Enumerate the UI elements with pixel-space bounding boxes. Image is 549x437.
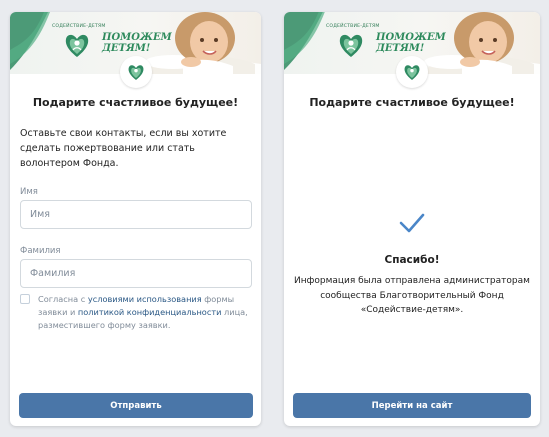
- checkmark-icon: [399, 213, 425, 233]
- heart-hands-icon: [404, 65, 420, 80]
- heart-hands-icon: [128, 65, 143, 80]
- heart-hands-icon: [65, 34, 89, 57]
- first-name-field[interactable]: [20, 200, 252, 229]
- child-photo: [424, 12, 534, 74]
- success-title: Подарите счастливое будущее!: [309, 96, 515, 109]
- heart-hands-icon: [339, 34, 363, 57]
- lead-form-card: СОДЕЙСТВИЕ-ДЕТЯМ ПОМОЖЕМ ДЕТЯМ! Подарите…: [10, 12, 261, 426]
- submit-button[interactable]: Отправить: [19, 393, 253, 418]
- terms-link[interactable]: условиями использования: [88, 294, 202, 304]
- consent-text: Согласна с условиями использования формы…: [38, 293, 252, 332]
- child-photo: [145, 12, 255, 74]
- consent-text-before: Согласна с: [38, 294, 88, 304]
- form-intro-text: Оставьте свои контакты, если вы хотите с…: [20, 128, 227, 169]
- privacy-policy-link[interactable]: политикой конфиденциальности: [78, 307, 222, 317]
- go-to-site-button[interactable]: Перейти на сайт: [293, 393, 531, 418]
- consent-row: Согласна с условиями использования формы…: [20, 293, 252, 332]
- success-card: СОДЕЙСТВИЕ-ДЕТЯМ ПОМОЖЕМ ДЕТЯМ! Подарите…: [284, 12, 540, 426]
- brand-logo: СОДЕЙСТВИЕ-ДЕТЯМ: [326, 24, 380, 64]
- first-name-label: Имя: [20, 187, 38, 197]
- brand-logo: СОДЕЙСТВИЕ-ДЕТЯМ: [52, 24, 106, 64]
- logo-caption: СОДЕЙСТВИЕ-ДЕТЯМ: [52, 24, 106, 29]
- form-title: Подарите счастливое будущее!: [32, 96, 239, 109]
- thanks-message: Информация была отправлена администратор…: [294, 276, 530, 315]
- last-name-label: Фамилия: [20, 246, 61, 256]
- logo-caption: СОДЕЙСТВИЕ-ДЕТЯМ: [326, 24, 380, 29]
- logo-badge: [396, 56, 428, 88]
- logo-badge: [119, 56, 152, 88]
- last-name-field[interactable]: [20, 259, 252, 288]
- consent-checkbox[interactable]: [20, 294, 30, 304]
- thanks-heading: Спасибо!: [384, 254, 440, 266]
